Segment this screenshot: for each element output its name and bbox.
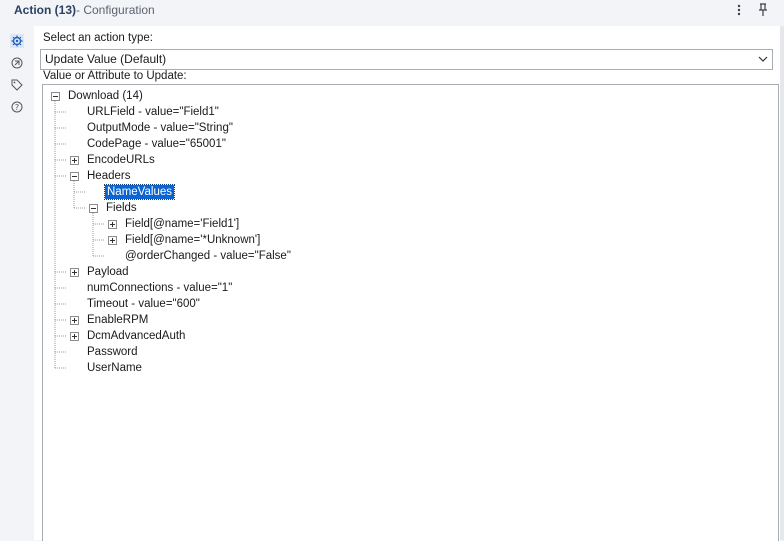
expand-icon[interactable] bbox=[70, 332, 79, 341]
tree-node[interactable]: @orderChanged - value="False" bbox=[125, 249, 291, 263]
tree-node[interactable]: Headers bbox=[87, 169, 130, 183]
value-tree[interactable]: Download (14) URLField - value="Field1" Ou… bbox=[42, 84, 779, 541]
help-icon[interactable]: ? bbox=[10, 100, 24, 114]
expand-icon[interactable] bbox=[70, 316, 79, 325]
expand-icon[interactable] bbox=[108, 220, 117, 229]
tree-node[interactable]: UserName bbox=[87, 361, 142, 375]
gear-icon[interactable] bbox=[10, 34, 24, 48]
tree-label: Value or Attribute to Update: bbox=[43, 70, 187, 82]
expand-icon[interactable] bbox=[108, 236, 117, 245]
chevron-down-icon bbox=[758, 56, 768, 62]
tag-icon[interactable] bbox=[10, 78, 24, 92]
expand-icon[interactable] bbox=[70, 268, 79, 277]
action-type-label: Select an action type: bbox=[43, 32, 153, 44]
tree-node[interactable]: DcmAdvancedAuth bbox=[87, 329, 185, 343]
expand-icon[interactable] bbox=[70, 156, 79, 165]
panel-subtitle: - Configuration bbox=[76, 3, 155, 17]
tree-node[interactable]: Payload bbox=[87, 265, 129, 279]
connector-icon[interactable] bbox=[10, 56, 24, 70]
tree-node[interactable]: OutputMode - value="String" bbox=[87, 121, 233, 135]
tree-node[interactable]: Field[@name='*Unknown'] bbox=[125, 233, 260, 247]
collapse-icon[interactable] bbox=[51, 92, 60, 101]
tree-node[interactable]: Timeout - value="600" bbox=[87, 297, 200, 311]
panel-header: Action (13) - Configuration bbox=[0, 0, 784, 21]
svg-text:?: ? bbox=[15, 103, 19, 112]
action-type-select[interactable]: Update Value (Default) bbox=[40, 49, 773, 70]
tree-node[interactable]: numConnections - value="1" bbox=[87, 281, 232, 295]
collapse-icon[interactable] bbox=[70, 172, 79, 181]
tree-node[interactable]: Download (14) bbox=[68, 89, 143, 103]
tree-node[interactable]: EnableRPM bbox=[87, 313, 148, 327]
action-type-value: Update Value (Default) bbox=[45, 52, 167, 66]
panel-scrollbar[interactable] bbox=[780, 26, 784, 540]
side-toolbar: ? bbox=[0, 26, 34, 540]
tree-node[interactable]: Password bbox=[87, 345, 138, 359]
tree-node[interactable]: URLField - value="Field1" bbox=[87, 105, 219, 119]
tree-node[interactable]: Fields bbox=[106, 201, 137, 215]
tree-node[interactable]: Field[@name='Field1'] bbox=[125, 217, 239, 231]
more-vertical-icon[interactable] bbox=[731, 1, 747, 19]
tree-node[interactable]: EncodeURLs bbox=[87, 153, 155, 167]
collapse-icon[interactable] bbox=[89, 204, 98, 213]
pin-icon[interactable] bbox=[755, 1, 771, 19]
configuration-panel: Select an action type: Update Value (Def… bbox=[34, 26, 784, 541]
tree-node[interactable]: NameValues bbox=[104, 184, 175, 200]
tree-node[interactable]: CodePage - value="65001" bbox=[87, 137, 226, 151]
panel-title: Action (13) bbox=[14, 3, 77, 17]
